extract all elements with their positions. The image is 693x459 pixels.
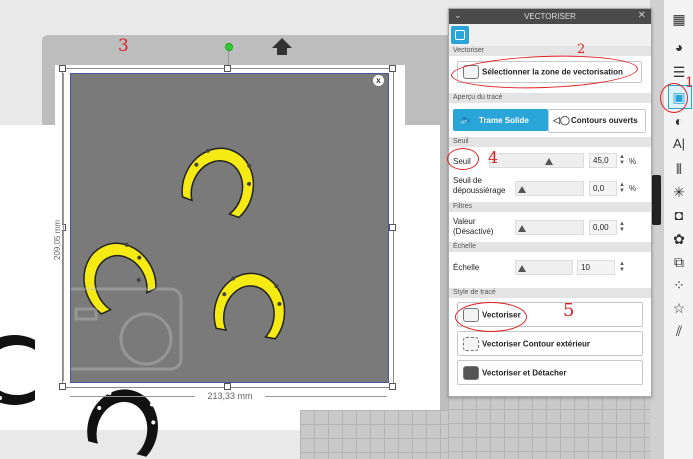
vectoriser-contour-button[interactable]: Vectoriser Contour extérieur [457,331,643,356]
vectoriser-contour-label: Vectoriser Contour extérieur [482,339,591,348]
echelle-stepper[interactable]: ▲ ▼ [619,261,625,273]
valeur-slider-thumb[interactable] [518,225,526,232]
seuil-slider-thumb[interactable] [545,158,553,165]
image-close-icon[interactable]: x [373,75,384,86]
seuil-stepper[interactable]: ▲ ▼ [619,154,625,166]
contours-ouverts-button[interactable]: ◁◯ Contours ouverts [548,109,646,133]
panel-tab-row [449,24,651,47]
align-icon[interactable]: ⫴ [670,160,688,178]
annotation-ellipse-vectoriser [455,302,527,332]
fish-outline-icon: ◁◯ [553,115,570,125]
section-apercu: Aperçu du tracé [449,93,651,103]
section-vectoriser: Vectoriser [449,46,651,56]
annotation-3: 3 [118,36,129,56]
sketch-icon[interactable]: ⫽ [670,322,688,340]
resize-handle-br[interactable] [389,383,396,390]
replicate-icon[interactable]: ✳ [670,183,688,201]
annotation-ellipse-seuil [447,148,479,170]
contours-ouverts-label: Contours ouverts [571,116,638,125]
annotation-5: 5 [563,300,575,321]
vectoriser-detacher-label: Vectoriser et Détacher [482,368,567,377]
transform-icon[interactable]: ⧉ [670,253,688,271]
width-dimension-label: 213,33 mm [195,391,265,401]
echelle-slider[interactable] [515,260,573,275]
seuil-unit: % [629,157,637,166]
valeur-stepper[interactable]: ▲ ▼ [619,221,625,233]
star-icon[interactable]: ✿ [670,230,688,248]
resize-handle-r[interactable] [389,224,396,231]
fish-solid-icon: 🐟 [459,115,471,125]
section-filtres: Filtres [449,202,651,212]
section-style: Style de tracé [449,288,651,298]
trame-solide-button[interactable]: 🐟 Trame Solide [453,109,548,131]
contour-icon [463,336,479,351]
trace-tab-icon[interactable] [451,26,469,44]
panel-title: VECTORISER [449,9,651,24]
mat-grid [300,410,450,459]
height-dimension-label: 209,05 mm [53,219,62,260]
depoussierage-label-line1: Seuil de [453,176,482,185]
detach-icon [463,365,479,380]
valeur-slider[interactable] [515,220,584,235]
depoussierage-value[interactable]: 0,0 [589,181,617,196]
fill-icon[interactable]: ◐ [670,112,688,130]
echelle-value[interactable]: 10 [577,260,615,275]
depoussierage-stepper[interactable]: ▲ ▼ [619,182,625,194]
annotation-4: 4 [488,148,499,167]
page-setup-icon[interactable]: ▦ [670,10,688,28]
scrollbar-thumb[interactable] [652,175,661,225]
panel-close-icon[interactable]: ✕ [638,10,646,21]
black-horseshoes [0,335,158,457]
section-echelle: Échelle [449,242,651,252]
right-toolbar: ▦ ◕ ☰ ▣ ◐ A| ⫴ ✳ ◘ ✿ ⧉ ⁘ ☆ ⫽ [663,0,693,459]
annotation-2: 2 [577,42,586,57]
resize-handle-t[interactable] [224,65,231,72]
depoussierage-unit: % [629,184,637,193]
section-seuil: Seuil [449,137,651,147]
points-icon[interactable]: ⁘ [670,276,688,294]
height-dimension-line [63,73,64,381]
annotation-ellipse-trace [660,83,688,113]
echelle-slider-thumb[interactable] [518,265,526,272]
resize-handle-tr[interactable] [389,65,396,72]
depoussierage-slider[interactable] [515,181,584,196]
valeur-label-line2: (Désactivé) [453,227,494,236]
seuil-value[interactable]: 45,0 [589,153,617,168]
horseshoe-1 [181,147,255,219]
panel-collapse-icon[interactable]: ⌄ [454,10,462,21]
text-icon[interactable]: A| [670,135,688,153]
seuil-slider[interactable] [489,153,584,168]
rotation-handle[interactable] [225,43,233,51]
modify-icon[interactable]: ◘ [670,206,688,224]
resize-handle-tl[interactable] [59,65,66,72]
trame-solide-label: Trame Solide [479,116,529,125]
echelle-label: Échelle [453,263,480,272]
depoussierage-slider-thumb[interactable] [518,186,526,193]
horseshoe-3 [213,272,286,340]
outline-star-icon[interactable]: ☆ [670,299,688,317]
palette-icon[interactable]: ◕ [670,38,688,56]
valeur-label-line1: Valeur [453,217,476,226]
vectoriser-detacher-button[interactable]: Vectoriser et Détacher [457,360,643,385]
depoussierage-label-line2: dépoussiérage [453,186,506,195]
mat-grid-right [448,395,658,459]
annotation-1: 1 [685,75,693,91]
horseshoe-2 [83,242,157,315]
resize-handle-b[interactable] [224,383,231,390]
mat-direction-arrow-stem [277,47,287,55]
valeur-value[interactable]: 0,00 [589,220,617,235]
